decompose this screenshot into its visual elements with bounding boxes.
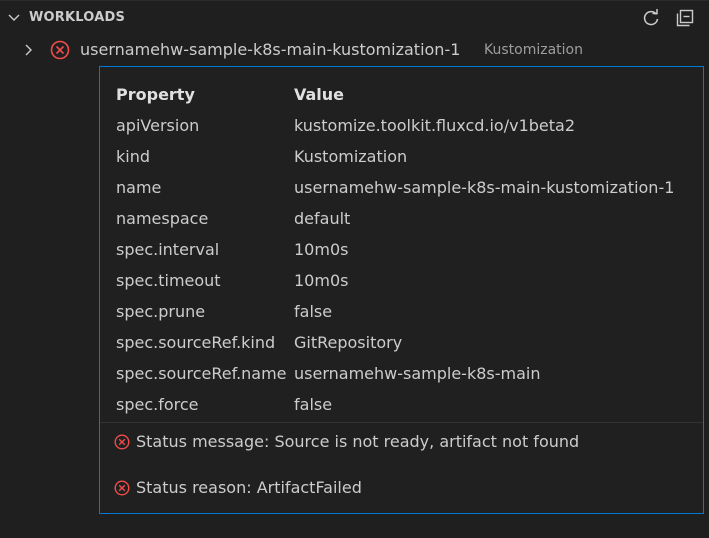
property-value: false — [294, 395, 333, 414]
table-header: Property Value — [116, 79, 674, 110]
error-icon — [50, 40, 70, 60]
property-value: GitRepository — [294, 333, 403, 352]
property-value: usernamehw-sample-k8s-main — [294, 364, 541, 383]
tree-item-description: Kustomization — [484, 42, 583, 58]
column-header-value: Value — [294, 85, 345, 104]
status-message-text: Status message: Source is not ready, art… — [136, 432, 580, 451]
property-name: spec.timeout — [116, 271, 221, 290]
tree-item-label: usernamehw-sample-k8s-main-kustomization… — [80, 40, 461, 59]
property-name: spec.sourceRef.kind — [116, 333, 276, 352]
property-value: 10m0s — [294, 271, 349, 290]
table-row: spec.timeout 10m0s — [116, 265, 674, 296]
property-name: kind — [116, 147, 151, 166]
properties-table: Property Value apiVersion kustomize.tool… — [116, 79, 674, 420]
table-row: spec.prune false — [116, 296, 674, 327]
collapse-all-icon[interactable] — [674, 7, 696, 29]
chevron-down-icon[interactable] — [6, 9, 22, 25]
refresh-icon[interactable] — [640, 7, 662, 29]
property-value: Kustomization — [294, 147, 408, 166]
property-value: 10m0s — [294, 240, 349, 259]
hover-tooltip: Property Value apiVersion kustomize.tool… — [99, 66, 704, 514]
chevron-right-icon[interactable] — [20, 42, 36, 58]
table-row: spec.sourceRef.kind GitRepository — [116, 327, 674, 358]
status-reason-text: Status reason: ArtifactFailed — [136, 478, 362, 497]
table-row: spec.force false — [116, 389, 674, 420]
status-message: Status message: Source is not ready, art… — [114, 432, 579, 451]
table-row: apiVersion kustomize.toolkit.fluxcd.io/v… — [116, 110, 674, 141]
top-divider — [0, 0, 709, 1]
property-value: kustomize.toolkit.fluxcd.io/v1beta2 — [294, 116, 576, 135]
property-name: apiVersion — [116, 116, 200, 135]
status-reason: Status reason: ArtifactFailed — [114, 478, 362, 497]
property-name: name — [116, 178, 162, 197]
property-name: namespace — [116, 209, 209, 228]
table-row: spec.sourceRef.name usernamehw-sample-k8… — [116, 358, 674, 389]
error-icon — [114, 433, 130, 450]
table-row: name usernamehw-sample-k8s-main-kustomiz… — [116, 172, 674, 203]
property-name: spec.sourceRef.name — [116, 364, 287, 383]
tree-item-kustomization[interactable]: usernamehw-sample-k8s-main-kustomization… — [0, 37, 709, 63]
property-name: spec.interval — [116, 240, 220, 259]
property-value: false — [294, 302, 333, 321]
section-title: WORKLOADS — [29, 10, 126, 25]
table-row: namespace default — [116, 203, 674, 234]
table-row: kind Kustomization — [116, 141, 674, 172]
column-header-property: Property — [116, 85, 195, 104]
table-row: spec.interval 10m0s — [116, 234, 674, 265]
property-name: spec.force — [116, 395, 199, 414]
property-value: usernamehw-sample-k8s-main-kustomization… — [294, 178, 675, 197]
divider — [100, 422, 703, 423]
property-name: spec.prune — [116, 302, 206, 321]
property-value: default — [294, 209, 351, 228]
workloads-section-header[interactable]: WORKLOADS — [0, 5, 709, 31]
error-icon — [114, 479, 130, 496]
